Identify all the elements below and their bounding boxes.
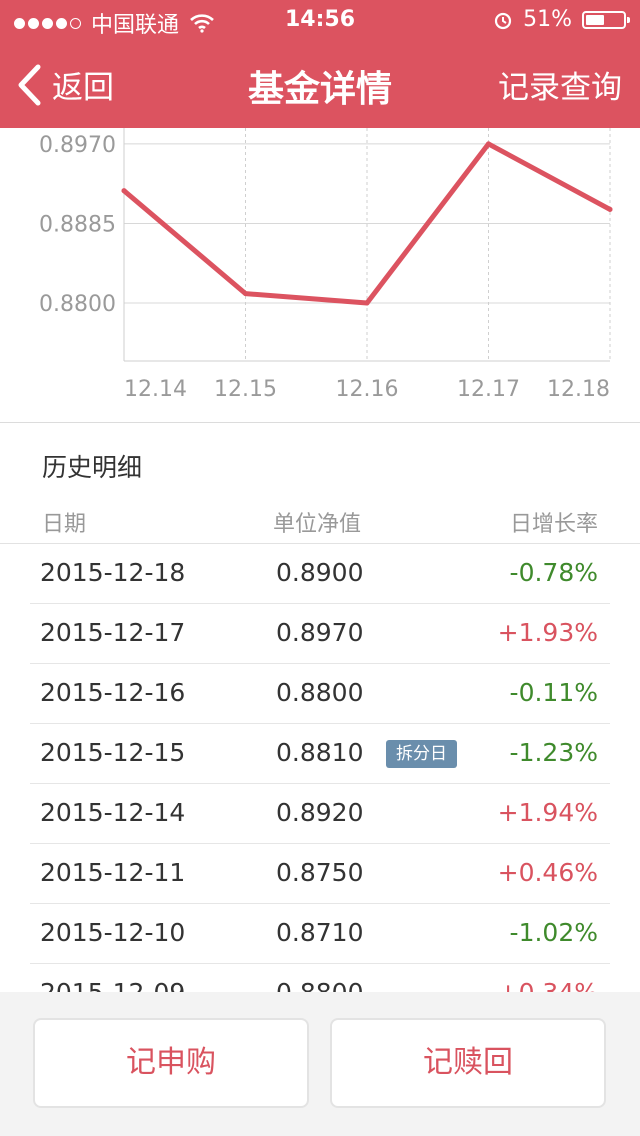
row-nav-value: 0.8710 [276,918,364,947]
row-nav-value: 0.8800 [276,678,364,707]
table-row[interactable]: 2015-12-15 0.8810 拆分日 -1.23% [0,724,640,784]
table-row[interactable]: 2015-12-14 0.8920 +1.94% [0,784,640,844]
row-date: 2015-12-14 [40,798,186,827]
navigation-bar: 返回 基金详情 记录查询 [0,40,640,128]
status-bar: 中国联通 14:56 51% [0,0,640,40]
row-daily-rate: +1.94% [497,798,598,827]
table-row[interactable]: 2015-12-11 0.8750 +0.46% [0,844,640,904]
data-point [243,291,248,297]
table-row[interactable]: 2015-12-10 0.8710 -1.02% [0,904,640,964]
row-date: 2015-12-17 [40,618,186,647]
row-daily-rate: -1.23% [509,738,598,767]
x-tick-label: 12.16 [336,377,399,402]
row-daily-rate: -0.78% [509,558,598,587]
row-date: 2015-12-16 [40,678,186,707]
chart-divider [0,422,640,423]
column-header-rate: 日增长率 [509,512,598,537]
data-point [486,141,491,147]
row-date: 2015-12-18 [40,558,186,587]
table-row[interactable]: 2015-12-17 0.8970 +1.93% [0,604,640,664]
row-nav-value: 0.8750 [276,858,364,887]
row-daily-rate: +0.46% [497,858,598,887]
battery-percent: 51% [523,7,572,32]
table-row[interactable]: 2015-12-16 0.8800 -0.11% [0,664,640,724]
x-tick-label: 12.14 [124,377,187,402]
row-daily-rate: +0.34% [498,978,598,992]
row-nav-value: 0.8970 [276,618,364,647]
record-query-button[interactable]: 记录查询 [498,62,622,107]
row-date: 2015-12-15 [40,738,186,767]
nav-line-chart: 0.8970 0.8885 0.8800 12.14 12.15 12.16 12.17 12… [0,128,640,422]
row-nav-value: 0.8800 [276,978,363,992]
row-daily-rate: -0.11% [509,678,598,707]
y-tick-label: 0.8885 [39,212,116,237]
alarm-icon [494,12,512,29]
data-point [364,300,370,306]
row-nav-value: 0.8920 [276,798,364,827]
row-date: 2015-12-09 [40,978,185,992]
row-nav-value: 0.8900 [276,558,364,587]
status-right: 51% [493,7,630,32]
split-day-badge: 拆分日 [386,740,457,768]
bottom-action-bar: 记申购 记赎回 [0,992,640,1136]
row-nav-value: 0.8810 [276,738,364,767]
battery-icon [582,10,630,29]
row-date: 2015-12-11 [40,858,186,887]
table-row[interactable]: 2015-12-18 0.8900 -0.78% [0,544,640,604]
column-header-date: 日期 [42,512,87,537]
x-tick-label: 12.17 [457,377,520,402]
row-daily-rate: -1.02% [509,918,598,947]
y-tick-label: 0.8970 [39,133,116,158]
chevron-left-icon [18,64,41,105]
y-tick-label: 0.8800 [39,292,116,317]
x-tick-label: 12.15 [214,377,277,402]
history-title: 历史明细 [42,453,143,482]
chart-canvas: 0.8970 0.8885 0.8800 12.14 12.15 12.16 12.17 12… [39,128,613,402]
back-button[interactable]: 返回 [16,62,114,107]
table-row[interactable]: 2015-12-09 0.8800 +0.34% [0,964,640,992]
data-point [121,188,127,194]
column-header-nav: 单位净值 [273,512,362,537]
data-point [607,206,613,212]
row-daily-rate: +1.93% [497,618,598,647]
back-label: 返回 [52,70,114,106]
history-list[interactable]: 2015-12-18 0.8900 -0.78% 2015-12-17 0.8970 +1… [0,544,640,992]
record-purchase-button[interactable]: 记申购 [33,1018,309,1108]
row-date: 2015-12-10 [40,918,186,947]
x-tick-label: 12.18 [547,377,610,402]
record-redemption-button[interactable]: 记赎回 [330,1018,606,1108]
